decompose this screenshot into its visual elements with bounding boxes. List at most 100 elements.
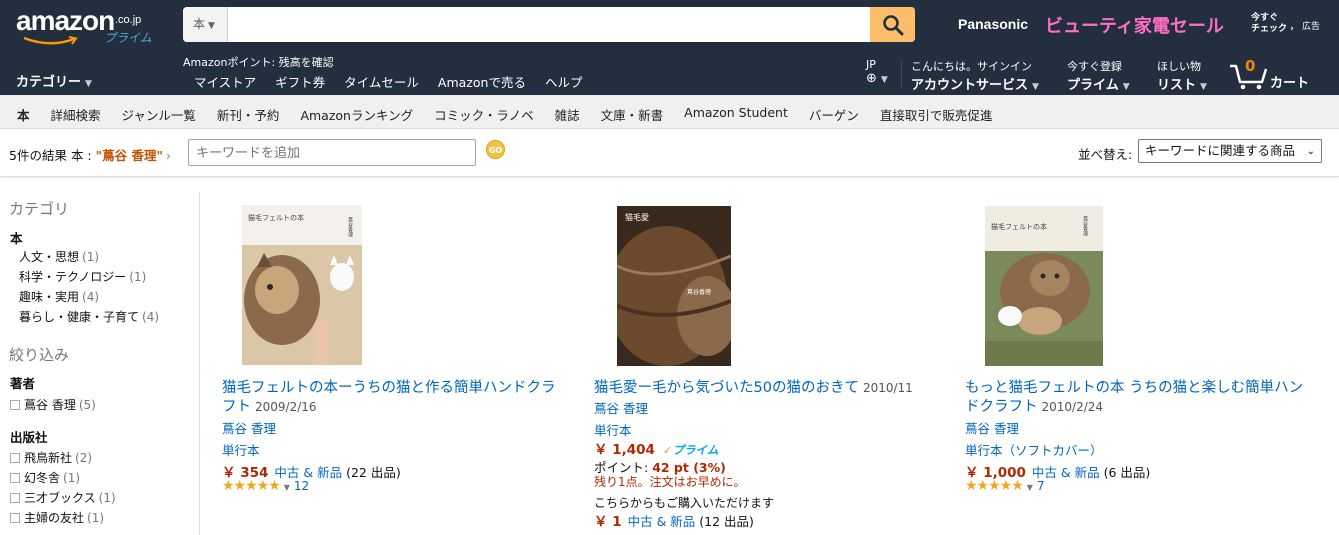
globe-icon: ⊕ [866, 71, 877, 86]
logo-prime: プライム [104, 31, 152, 45]
nav-link-giftcard[interactable]: ギフト券 [275, 72, 325, 91]
result-author-link[interactable]: 蔦谷 香理 [594, 398, 648, 417]
go-button[interactable]: GO [486, 140, 505, 159]
left-refinement-nav: カテゴリ 本 人文・思想 (1) 科学・テクノロジー (1) 趣味・実用 (4) 暮ら… [0, 192, 200, 535]
result-title-link[interactable]: 猫毛フェルトの本ーうちの猫と作る簡単ハンドクラ フト 2009/2/16 [222, 379, 582, 417]
category-menu[interactable]: カテゴリー ▼ [16, 71, 92, 90]
checkbox-icon [10, 513, 20, 523]
sort-select[interactable]: キーワードに関連する商品 ⌄ [1138, 139, 1322, 163]
prime-menu[interactable]: 今すぐ登録 プライム ▼ [1067, 58, 1130, 93]
offers-link[interactable]: 中古 & 新品 [628, 514, 696, 529]
book-cover-image[interactable]: 猫毛フェルトの本 蔦谷香理 [985, 206, 1103, 366]
smile-icon [23, 36, 78, 45]
keyword-refine-input[interactable] [188, 139, 476, 166]
subnav-item-bargain[interactable]: バーゲン [809, 105, 859, 124]
account-label: アカウントサービス [911, 78, 1029, 93]
subnav-item-student[interactable]: Amazon Student [684, 105, 788, 124]
author-filter-checkbox[interactable]: 蔦谷 香理 (5) [10, 396, 96, 413]
filter-count: (5) [78, 398, 96, 412]
result-price-row: ￥ 1,404 ✓プライム [594, 438, 718, 458]
cover-author: 蔦谷香理 [687, 288, 711, 296]
subnav-item-paperbacks[interactable]: 文庫・新書 [601, 105, 664, 124]
results-bar: 5件の結果 本 : "蔦谷 香理"› GO 並べ替え: キーワードに関連する商品… [0, 129, 1339, 177]
rating-row: ★★★★★ ▼ 12 [222, 478, 309, 494]
subnav-item-magazines[interactable]: 雑誌 [555, 105, 580, 124]
publisher-filter-checkbox[interactable]: 主婦の友社 (1) [10, 509, 104, 526]
amazon-points-link[interactable]: Amazonポイント: 残高を確認 [183, 54, 334, 70]
check-icon: ✓ [662, 443, 673, 457]
category-label: 人文・思想 [19, 250, 80, 264]
nav-header: amazon .co.jp プライム 本 ▼ Panasonic ビューティ家電セ… [0, 0, 1339, 95]
result-title-line2: フト [222, 399, 251, 415]
review-count-link[interactable]: 12 [294, 479, 309, 493]
nav-links: マイストア ギフト券 タイムセール Amazonで売る ヘルプ [194, 72, 582, 91]
refine-heading: 絞り込み [9, 346, 70, 364]
chevron-down-icon: ▼ [1200, 82, 1207, 92]
filter-label: 三才ブックス [24, 491, 96, 505]
nav-link-sell[interactable]: Amazonで売る [438, 72, 526, 91]
nav-link-timesale[interactable]: タイムセール [344, 72, 419, 91]
result-title-line1: 猫毛愛ー毛から気づいた50の猫のおきて [594, 380, 859, 396]
nav-link-mystore[interactable]: マイストア [194, 72, 256, 91]
chevron-down-icon: ⌄ [1306, 146, 1315, 157]
result-title-link[interactable]: 猫毛愛ー毛から気づいた50の猫のおきて 2010/11 [594, 379, 954, 398]
checkbox-icon [10, 400, 20, 410]
wishlist-menu[interactable]: ほしい物 リスト ▼ [1157, 58, 1207, 93]
cart-label: カート [1270, 76, 1310, 91]
review-count-link[interactable]: 7 [1037, 479, 1045, 493]
result-author-link[interactable]: 蔦谷 香理 [965, 418, 1019, 437]
prime-badge: ✓プライム [663, 443, 718, 457]
cover-title: 猫毛フェルトの本 [248, 213, 304, 222]
book-cover-image[interactable]: 猫毛愛 蔦谷香理 [617, 206, 731, 366]
filter-label: 飛鳥新社 [24, 451, 73, 465]
publisher-filter-checkbox[interactable]: 幻冬舎 (1) [10, 469, 80, 486]
offers-count: (22 出品) [346, 465, 401, 480]
result-query: "蔦谷 香理" [95, 148, 163, 163]
category-item[interactable]: 暮らし・健康・子育て (4) [19, 308, 159, 325]
category-menu-label: カテゴリー [16, 75, 82, 90]
other-offers-row: ￥ 1 中古 & 新品 (12 出品) [594, 510, 754, 530]
subnav-item-books[interactable]: 本 [17, 105, 30, 124]
subnav-item-new-releases[interactable]: 新刊・予約 [217, 105, 280, 124]
nav-link-help[interactable]: ヘルプ [545, 72, 583, 91]
category-item[interactable]: 科学・テクノロジー (1) [19, 268, 146, 285]
cart-button[interactable]: 0 カート [1229, 57, 1319, 91]
result-format-link[interactable]: 単行本 [594, 420, 632, 439]
promo-brand[interactable]: Panasonic [958, 16, 1028, 32]
language-selector[interactable]: JP ⊕ ▼ [866, 58, 888, 86]
category-item[interactable]: 人文・思想 (1) [19, 248, 99, 265]
book-cover-image[interactable]: 猫毛フェルトの本 蔦谷香理 [242, 205, 362, 365]
publisher-filter-checkbox[interactable]: 三才ブックス (1) [10, 489, 116, 506]
search-department-select[interactable]: 本 ▼ [183, 7, 228, 42]
subnav-item-genres[interactable]: ジャンル一覧 [122, 105, 196, 124]
chevron-down-icon: ▼ [1122, 82, 1130, 92]
sub-navigation: 本 詳細検索 ジャンル一覧 新刊・予約 Amazonランキング コミック・ラノベ… [0, 95, 1339, 129]
chevron-down-icon[interactable]: ▼ [1027, 483, 1033, 492]
subnav-item-direct-trade[interactable]: 直接取引で販売促進 [880, 105, 993, 124]
publisher-filter-checkbox[interactable]: 飛鳥新社 (2) [10, 449, 92, 466]
subnav-item-ranking[interactable]: Amazonランキング [300, 105, 413, 124]
sort-label: 並べ替え: [1078, 147, 1133, 162]
star-rating-icon[interactable]: ★★★★★ [222, 478, 281, 494]
result-format-link[interactable]: 単行本（ソフトカバー） [965, 440, 1103, 459]
stock-warning: 残り1点。注文はお早めに。 [594, 475, 746, 489]
amazon-logo[interactable]: amazon .co.jp プライム [16, 5, 156, 45]
promo-sale-banner[interactable]: ビューティ家電セール [1045, 12, 1224, 38]
promo-check-link[interactable]: 今すぐ チェック › [1251, 13, 1294, 35]
category-root[interactable]: 本 [10, 228, 23, 247]
search-button[interactable] [870, 7, 915, 42]
result-author-link[interactable]: 蔦谷 香理 [222, 418, 276, 437]
result-title-link[interactable]: もっと猫毛フェルトの本 うちの猫と楽しむ簡単ハン ドクラフト 2010/2/24 [965, 379, 1330, 417]
language-code: JP [866, 58, 876, 71]
result-title-line1: もっと猫毛フェルトの本 うちの猫と楽しむ簡単ハン [965, 380, 1304, 396]
subnav-item-advanced-search[interactable]: 詳細検索 [51, 105, 101, 124]
category-item[interactable]: 趣味・実用 (4) [19, 288, 99, 305]
star-rating-icon[interactable]: ★★★★★ [965, 478, 1024, 494]
offers-count: (12 出品) [699, 514, 754, 529]
account-menu[interactable]: こんにちは。サインイン アカウントサービス ▼ [911, 58, 1039, 93]
subnav-item-comics[interactable]: コミック・ラノベ [434, 105, 534, 124]
prime-label: プライム [1067, 78, 1119, 93]
result-format-link[interactable]: 単行本 [222, 440, 260, 459]
chevron-down-icon[interactable]: ▼ [284, 483, 290, 492]
search-input[interactable] [229, 7, 869, 42]
